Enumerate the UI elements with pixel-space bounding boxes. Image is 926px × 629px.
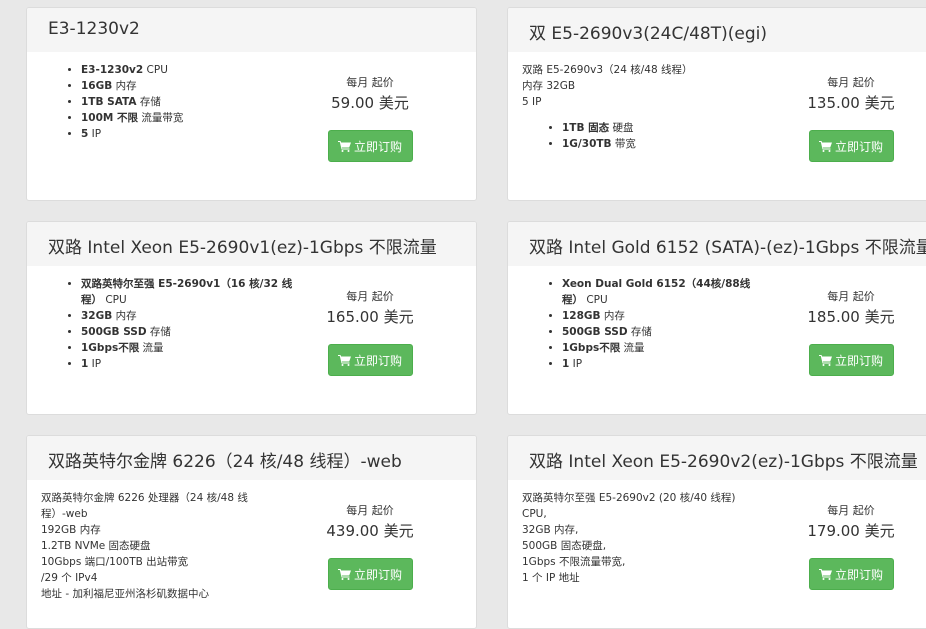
price-label: 每月 起价 [346,504,394,517]
order-button[interactable]: 立即订购 [808,344,894,376]
price-value: 165.00 美元 [326,308,414,326]
order-button[interactable]: 立即订购 [327,130,413,162]
order-button[interactable]: 立即订购 [327,344,413,376]
shopping-cart-icon [337,569,351,580]
card-title: 双路英特尔金牌 6226（24 核/48 线程）-web [27,436,476,480]
price-box: 每月 起价 135.00 美元 立即订购 [791,74,911,162]
shopping-cart-icon [818,355,832,366]
shopping-cart-icon [818,569,832,580]
price-box: 每月 起价 59.00 美元 立即订购 [310,74,430,162]
price-value: 185.00 美元 [807,308,895,326]
price-value: 135.00 美元 [807,94,895,112]
price-label: 每月 起价 [346,76,394,89]
card-title: 双 E5-2690v3(24C/48T)(egi) [508,8,926,52]
product-card-e3-1230v2: E3-1230v2 E3-1230v2 CPU 16GB 内存 1TB SATA… [26,7,477,201]
product-card-e5-2690v3: 双 E5-2690v3(24C/48T)(egi) 双路 E5-2690v3（2… [507,7,926,201]
price-label: 每月 起价 [827,504,875,517]
price-value: 59.00 美元 [331,94,409,112]
spec-item: 1Gbps不限 流量 [81,340,302,356]
card-title: 双路 Intel Xeon E5-2690v2(ez)-1Gbps 不限流量 [508,436,926,480]
price-value: 179.00 美元 [807,522,895,540]
price-box: 每月 起价 179.00 美元 立即订购 [791,502,911,590]
price-box: 每月 起价 185.00 美元 立即订购 [791,288,911,376]
shopping-cart-icon [337,355,351,366]
order-button[interactable]: 立即订购 [327,558,413,590]
product-card-gold-6226: 双路英特尔金牌 6226（24 核/48 线程）-web 双路英特尔金牌 622… [26,435,477,629]
order-button[interactable]: 立即订购 [808,130,894,162]
spec-item: 500GB SSD 存储 [562,324,768,340]
spec-item: 1Gbps不限 流量 [562,340,768,356]
price-label: 每月 起价 [346,290,394,303]
product-card-gold-6152: 双路 Intel Gold 6152 (SATA)-(ez)-1Gbps 不限流… [507,221,926,415]
product-card-e5-2690v1: 双路 Intel Xeon E5-2690v1(ez)-1Gbps 不限流量 双… [26,221,477,415]
spec-item: 1 IP [562,356,768,372]
price-box: 每月 起价 439.00 美元 立即订购 [310,502,430,590]
spec-item: 双路英特尔至强 E5-2690v1（16 核/32 线程） CPU [81,276,302,308]
spec-item: 32GB 内存 [81,308,302,324]
order-button[interactable]: 立即订购 [808,558,894,590]
card-title: E3-1230v2 [27,8,476,52]
price-label: 每月 起价 [827,76,875,89]
price-box: 每月 起价 165.00 美元 立即订购 [310,288,430,376]
spec-item: 1 IP [81,356,302,372]
spec-item: 500GB SSD 存储 [81,324,302,340]
card-title: 双路 Intel Gold 6152 (SATA)-(ez)-1Gbps 不限流… [508,222,926,266]
shopping-cart-icon [818,141,832,152]
price-label: 每月 起价 [827,290,875,303]
spec-item: Xeon Dual Gold 6152（44核/88线程） CPU [562,276,768,308]
card-title: 双路 Intel Xeon E5-2690v1(ez)-1Gbps 不限流量 [27,222,476,266]
price-value: 439.00 美元 [326,522,414,540]
spec-item: 128GB 内存 [562,308,768,324]
shopping-cart-icon [337,141,351,152]
product-card-e5-2690v2: 双路 Intel Xeon E5-2690v2(ez)-1Gbps 不限流量 双… [507,435,926,629]
